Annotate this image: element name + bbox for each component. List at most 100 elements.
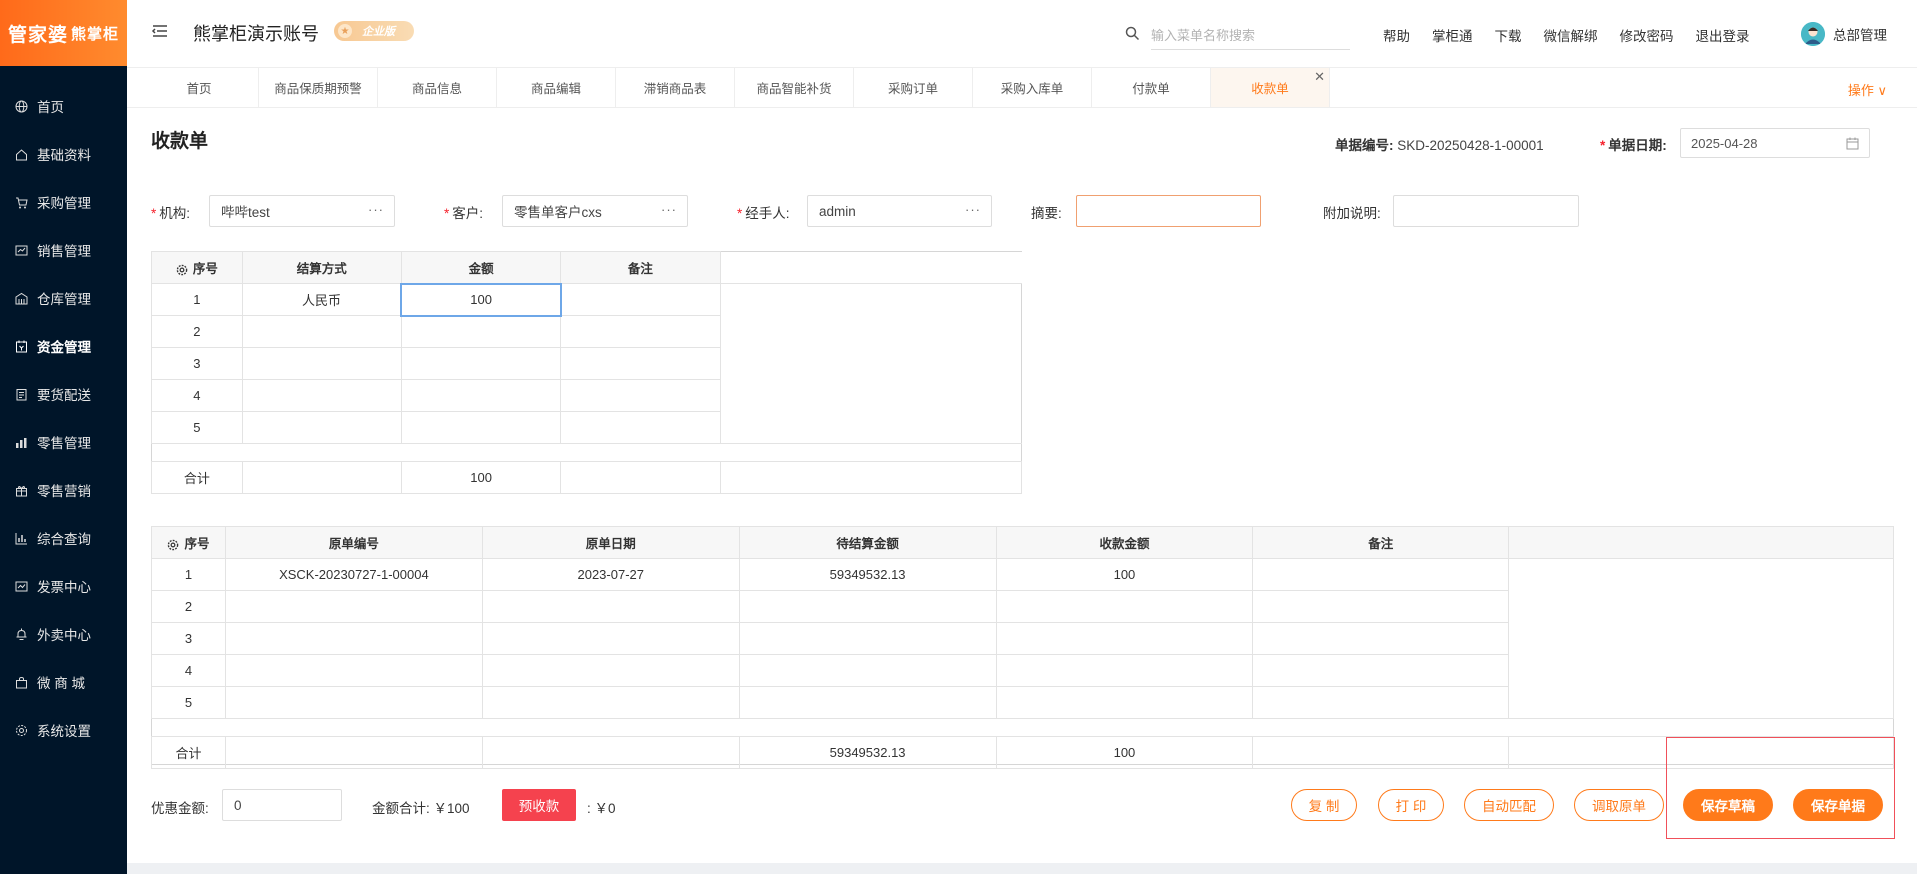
note-cell[interactable]: [560, 411, 721, 444]
user-menu[interactable]: 总部管理: [1801, 22, 1887, 46]
column-header[interactable]: 原单编号: [224, 526, 483, 559]
sidebar-item-11[interactable]: 外卖中心: [0, 610, 127, 658]
note-cell[interactable]: [560, 315, 721, 348]
tab-5[interactable]: 商品智能补货: [735, 68, 854, 107]
source-no-cell[interactable]: [224, 590, 483, 623]
settle-method-cell[interactable]: [241, 379, 402, 412]
tab-9[interactable]: 收款单 ✕: [1211, 68, 1330, 107]
table-row[interactable]: 4: [151, 654, 1894, 687]
tab-0[interactable]: 首页: [140, 68, 259, 107]
amount-cell[interactable]: 100: [400, 282, 562, 317]
header-link-3[interactable]: 微信解绑: [1544, 25, 1598, 45]
source-no-cell[interactable]: [224, 622, 483, 655]
sidebar-item-1[interactable]: 基础资料: [0, 130, 127, 178]
operations-menu[interactable]: 操作 ∨: [1848, 80, 1887, 99]
sidebar-item-10[interactable]: 发票中心: [0, 562, 127, 610]
table-row[interactable]: 3: [151, 347, 1022, 380]
note-cell[interactable]: [1252, 686, 1510, 719]
received-amount-cell[interactable]: [995, 654, 1254, 687]
sidebar-item-6[interactable]: 要货配送: [0, 370, 127, 418]
org-more-icon[interactable]: ···: [368, 202, 384, 217]
customer-selector[interactable]: 零售单客户cxs ···: [502, 195, 688, 227]
amount-cell[interactable]: [400, 347, 562, 380]
table-row[interactable]: 5: [151, 686, 1894, 719]
received-amount-cell[interactable]: [995, 686, 1254, 719]
sidebar-item-8[interactable]: 零售营销: [0, 466, 127, 514]
table-row[interactable]: 1 XSCK-20230727-1-00004 2023-07-27 59349532…: [151, 558, 1894, 591]
sidebar-item-3[interactable]: 销售管理: [0, 226, 127, 274]
received-amount-cell[interactable]: [995, 622, 1254, 655]
amount-cell[interactable]: [400, 379, 562, 412]
sidebar-item-5[interactable]: 资金管理: [0, 322, 127, 370]
save-document-button[interactable]: 保存单据: [1793, 789, 1883, 821]
sidebar-item-7[interactable]: 零售管理: [0, 418, 127, 466]
header-link-5[interactable]: 退出登录: [1696, 25, 1750, 45]
sidebar-item-0[interactable]: 首页: [0, 82, 127, 130]
tab-1[interactable]: 商品保质期预警: [259, 68, 378, 107]
tab-3[interactable]: 商品编辑: [497, 68, 616, 107]
received-amount-cell[interactable]: [995, 590, 1254, 623]
copy-button[interactable]: 复 制: [1291, 789, 1357, 821]
note-input[interactable]: [1393, 195, 1579, 227]
summary-input[interactable]: [1076, 195, 1261, 227]
fetch-source-button[interactable]: 调取原单: [1574, 789, 1664, 821]
sidebar-item-2[interactable]: 采购管理: [0, 178, 127, 226]
settle-method-cell[interactable]: [241, 411, 402, 444]
table-row[interactable]: 3: [151, 622, 1894, 655]
calendar-icon[interactable]: [1846, 137, 1859, 153]
note-cell[interactable]: [1252, 558, 1510, 591]
tab-2[interactable]: 商品信息: [378, 68, 497, 107]
sidebar-item-13[interactable]: 系统设置: [0, 706, 127, 754]
header-link-0[interactable]: 帮助: [1383, 25, 1410, 45]
note-cell[interactable]: [1252, 654, 1510, 687]
handler-more-icon[interactable]: ···: [965, 202, 981, 217]
note-cell[interactable]: [560, 283, 721, 316]
column-settings-icon[interactable]: [167, 539, 179, 551]
amount-cell[interactable]: [400, 411, 562, 444]
column-settings-icon[interactable]: [176, 264, 188, 276]
column-header[interactable]: 金额: [400, 251, 562, 284]
close-icon[interactable]: ✕: [1314, 69, 1325, 85]
save-draft-button[interactable]: 保存草稿: [1683, 789, 1773, 821]
source-no-cell[interactable]: [224, 686, 483, 719]
received-amount-cell[interactable]: 100: [995, 558, 1254, 591]
doc-date-input[interactable]: 2025-04-28: [1680, 128, 1870, 158]
settle-method-cell[interactable]: [241, 347, 402, 380]
column-header[interactable]: 序号: [151, 526, 226, 559]
tab-8[interactable]: 付款单: [1092, 68, 1211, 107]
header-link-4[interactable]: 修改密码: [1620, 25, 1674, 45]
table-row[interactable]: 1 人民币 100: [151, 282, 1022, 317]
sidebar-item-4[interactable]: 仓库管理: [0, 274, 127, 322]
note-cell[interactable]: [560, 379, 721, 412]
source-no-cell[interactable]: [224, 654, 483, 687]
sidebar-item-12[interactable]: 微 商 城: [0, 658, 127, 706]
app-logo[interactable]: 管家婆 熊掌柜: [0, 0, 127, 66]
note-cell[interactable]: [1252, 590, 1510, 623]
tab-7[interactable]: 采购入库单: [973, 68, 1092, 107]
column-header[interactable]: 序号: [151, 251, 243, 284]
note-cell[interactable]: [1252, 622, 1510, 655]
table-row[interactable]: 5: [151, 411, 1022, 444]
discount-input[interactable]: 0: [222, 789, 342, 821]
table-row[interactable]: 2: [151, 590, 1894, 623]
handler-selector[interactable]: admin ···: [807, 195, 992, 227]
auto-match-button[interactable]: 自动匹配: [1464, 789, 1554, 821]
note-cell[interactable]: [560, 347, 721, 380]
tab-6[interactable]: 采购订单: [854, 68, 973, 107]
column-header[interactable]: 备注: [1252, 526, 1510, 559]
header-link-2[interactable]: 下载: [1495, 25, 1522, 45]
prepay-button[interactable]: 预收款: [502, 789, 576, 821]
column-header[interactable]: 待结算金额: [738, 526, 997, 559]
menu-toggle-icon[interactable]: [151, 22, 169, 40]
customer-more-icon[interactable]: ···: [661, 202, 677, 217]
source-no-cell[interactable]: XSCK-20230727-1-00004: [224, 558, 483, 591]
tab-4[interactable]: 滞销商品表: [616, 68, 735, 107]
column-header[interactable]: 收款金额: [995, 526, 1254, 559]
settle-method-cell[interactable]: [241, 315, 402, 348]
print-button[interactable]: 打 印: [1378, 789, 1444, 821]
header-link-1[interactable]: 掌柜通: [1432, 25, 1473, 45]
column-header[interactable]: 备注: [560, 251, 721, 284]
org-selector[interactable]: 哔哔test ···: [209, 195, 395, 227]
settle-method-cell[interactable]: 人民币: [241, 283, 402, 316]
table-row[interactable]: 4: [151, 379, 1022, 412]
